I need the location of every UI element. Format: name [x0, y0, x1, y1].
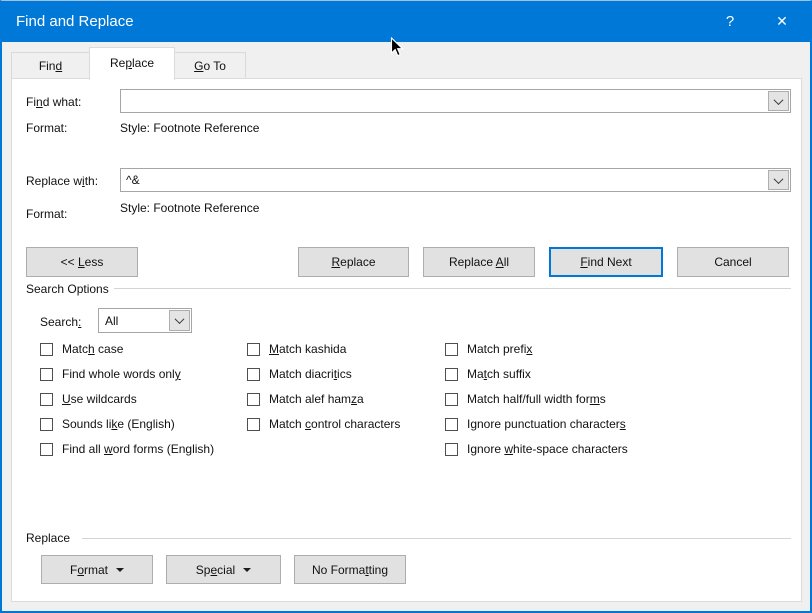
- checkbox-unchecked-icon[interactable]: [445, 343, 458, 356]
- search-direction-label: Search:: [40, 315, 82, 329]
- search-options-divider: [114, 288, 791, 289]
- close-icon: ✕: [776, 13, 788, 29]
- less-button[interactable]: << Less: [26, 247, 138, 277]
- tab-replace[interactable]: Replace: [89, 47, 175, 80]
- checkbox-unchecked-icon[interactable]: [40, 443, 53, 456]
- find-format-value: Style: Footnote Reference: [120, 121, 260, 135]
- checkbox-unchecked-icon[interactable]: [40, 368, 53, 381]
- find-next-button[interactable]: Find Next: [549, 247, 663, 277]
- find-what-label: Find what:: [26, 95, 82, 109]
- chevron-down-icon: [174, 314, 185, 325]
- no-formatting-button[interactable]: No Formatting: [294, 555, 406, 584]
- close-button[interactable]: ✕: [760, 1, 804, 42]
- special-menu-button[interactable]: Special: [166, 555, 281, 584]
- replace-group-label: Replace: [26, 531, 71, 545]
- search-direction-select[interactable]: All: [98, 308, 192, 333]
- titlebar: Find and Replace ? ✕: [2, 1, 810, 42]
- checkbox-unchecked-icon[interactable]: [40, 418, 53, 431]
- find-format-label: Format:: [26, 121, 68, 135]
- checkbox-find-all-word-forms[interactable]: Find all word forms (English): [40, 442, 214, 457]
- checkbox-match-suffix[interactable]: Match suffix: [445, 367, 531, 382]
- checkbox-sounds-like[interactable]: Sounds like (English): [40, 417, 175, 432]
- checkbox-unchecked-icon[interactable]: [247, 393, 260, 406]
- question-mark-icon: ?: [725, 13, 735, 30]
- format-menu-button[interactable]: Format: [41, 555, 153, 584]
- find-what-input[interactable]: [121, 90, 790, 112]
- checkbox-use-wildcards[interactable]: Use wildcards: [40, 392, 137, 407]
- replace-button[interactable]: Replace: [298, 247, 409, 277]
- checkbox-match-kashida[interactable]: Match kashida: [247, 342, 346, 357]
- search-direction-dropdown-button[interactable]: [169, 310, 190, 331]
- tab-goto[interactable]: Go To: [174, 52, 246, 78]
- dialog-title: Find and Replace: [16, 13, 134, 30]
- checkbox-ignore-punctuation-characters[interactable]: Ignore punctuation characters: [445, 417, 626, 432]
- checkbox-unchecked-icon[interactable]: [445, 368, 458, 381]
- checkbox-unchecked-icon[interactable]: [40, 393, 53, 406]
- checkbox-find-whole-words-only[interactable]: Find whole words only: [40, 367, 181, 382]
- replace-format-value: Style: Footnote Reference: [120, 201, 260, 215]
- replace-with-combobox: [120, 168, 791, 192]
- replace-all-button[interactable]: Replace All: [423, 247, 535, 277]
- find-what-combobox: [120, 89, 791, 113]
- chevron-down-icon: [773, 94, 784, 105]
- chevron-down-icon: [773, 173, 784, 184]
- triangle-down-icon: [116, 567, 125, 572]
- checkbox-unchecked-icon[interactable]: [247, 343, 260, 356]
- checkbox-ignore-white-space-characters[interactable]: Ignore white-space characters: [445, 442, 628, 457]
- tab-find[interactable]: Find: [11, 52, 90, 78]
- help-button[interactable]: ?: [708, 1, 752, 42]
- checkbox-unchecked-icon[interactable]: [445, 393, 458, 406]
- replace-with-label: Replace with:: [26, 174, 99, 188]
- checkbox-match-alef-hamza[interactable]: Match alef hamza: [247, 392, 364, 407]
- replace-with-input[interactable]: [121, 169, 790, 191]
- replace-with-dropdown-button[interactable]: [768, 170, 789, 190]
- mouse-cursor: [390, 37, 404, 57]
- triangle-down-icon: [243, 567, 252, 572]
- search-options-group-label: Search Options: [26, 282, 109, 296]
- find-what-dropdown-button[interactable]: [768, 91, 789, 111]
- checkbox-match-half-full-width-forms[interactable]: Match half/full width forms: [445, 392, 606, 407]
- replace-format-label: Format:: [26, 207, 68, 221]
- checkbox-match-case[interactable]: Match case: [40, 342, 123, 357]
- cancel-button[interactable]: Cancel: [677, 247, 789, 277]
- checkbox-unchecked-icon[interactable]: [247, 418, 260, 431]
- checkbox-unchecked-icon[interactable]: [40, 343, 53, 356]
- checkbox-unchecked-icon[interactable]: [445, 418, 458, 431]
- checkbox-match-prefix[interactable]: Match prefix: [445, 342, 532, 357]
- checkbox-match-control-characters[interactable]: Match control characters: [247, 417, 400, 432]
- replace-tab-page: [11, 78, 802, 602]
- checkbox-match-diacritics[interactable]: Match diacritics: [247, 367, 352, 382]
- replace-group-divider: [82, 538, 791, 539]
- search-direction-value: All: [105, 313, 119, 328]
- checkbox-unchecked-icon[interactable]: [445, 443, 458, 456]
- find-and-replace-dialog: Find and Replace ? ✕ Find Replace Go To …: [0, 0, 812, 613]
- checkbox-unchecked-icon[interactable]: [247, 368, 260, 381]
